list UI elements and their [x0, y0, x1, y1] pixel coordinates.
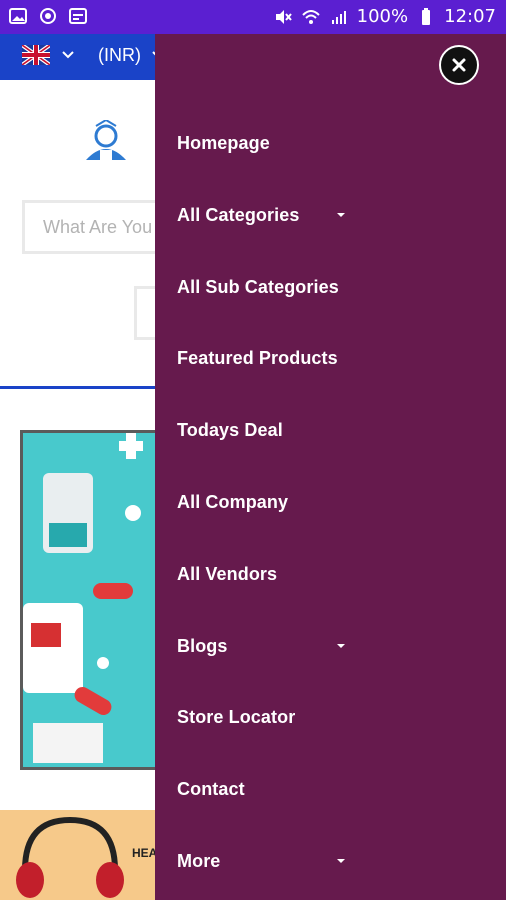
menu-item-label: Blogs	[177, 635, 228, 656]
menu-item-all-sub-categories[interactable]: All Sub Categories	[177, 276, 339, 348]
navigation-drawer: Homepage All Categories All Sub Categori…	[155, 34, 506, 900]
status-bar: 100% 12:07	[0, 0, 506, 34]
image-icon	[9, 8, 27, 24]
battery-percent: 100%	[356, 6, 409, 27]
menu-item-label: All Company	[177, 491, 289, 512]
clock: 12:07	[444, 6, 496, 27]
medicine-illustration-icon	[23, 433, 167, 767]
calendar-icon	[69, 8, 87, 24]
menu-item-label: All Vendors	[177, 563, 278, 584]
caret-down-icon[interactable]	[337, 643, 345, 648]
currency-selector[interactable]: (INR)	[98, 45, 141, 66]
promo-text: HEA	[132, 846, 158, 860]
pharmacy-logo-icon[interactable]	[78, 120, 134, 168]
search-placeholder: What Are You	[43, 217, 153, 237]
status-left-icons	[8, 6, 88, 26]
menu-item-label: Featured Products	[177, 348, 338, 369]
caret-down-icon[interactable]	[337, 212, 345, 217]
mute-icon	[275, 10, 292, 24]
menu-item-label: Contact	[177, 779, 245, 800]
menu-item-todays-deal[interactable]: Todays Deal	[177, 419, 339, 491]
banner-image[interactable]	[20, 430, 170, 770]
menu-item-blogs[interactable]: Blogs	[177, 635, 345, 707]
menu-item-label: More	[177, 850, 221, 871]
menu-item-all-company[interactable]: All Company	[177, 491, 339, 563]
wifi-icon	[301, 10, 320, 24]
menu-item-label: Store Locator	[177, 707, 296, 728]
menu-item-homepage[interactable]: Homepage	[177, 132, 339, 204]
close-icon	[452, 58, 466, 72]
settings-circle-icon	[40, 8, 56, 24]
caret-down-icon[interactable]	[337, 858, 345, 863]
menu-item-label: All Categories	[177, 204, 300, 225]
menu-item-more[interactable]: More	[177, 850, 345, 922]
drawer-menu: Homepage All Categories All Sub Categori…	[177, 132, 345, 922]
signal-icon	[331, 11, 346, 24]
menu-item-contact[interactable]: Contact	[177, 778, 339, 850]
menu-item-featured-products[interactable]: Featured Products	[177, 347, 339, 419]
uk-flag-icon[interactable]	[22, 45, 50, 65]
menu-item-store-locator[interactable]: Store Locator	[177, 706, 339, 778]
status-right: 100% 12:07	[273, 6, 496, 28]
menu-item-all-vendors[interactable]: All Vendors	[177, 563, 339, 635]
menu-item-label: All Sub Categories	[177, 276, 339, 297]
battery-icon	[422, 8, 431, 25]
menu-item-label: Homepage	[177, 133, 270, 153]
menu-item-all-categories[interactable]: All Categories	[177, 204, 345, 276]
chevron-down-icon[interactable]	[60, 46, 76, 62]
menu-item-label: Todays Deal	[177, 420, 283, 441]
headphones-icon	[16, 816, 124, 898]
close-button[interactable]	[439, 45, 479, 85]
